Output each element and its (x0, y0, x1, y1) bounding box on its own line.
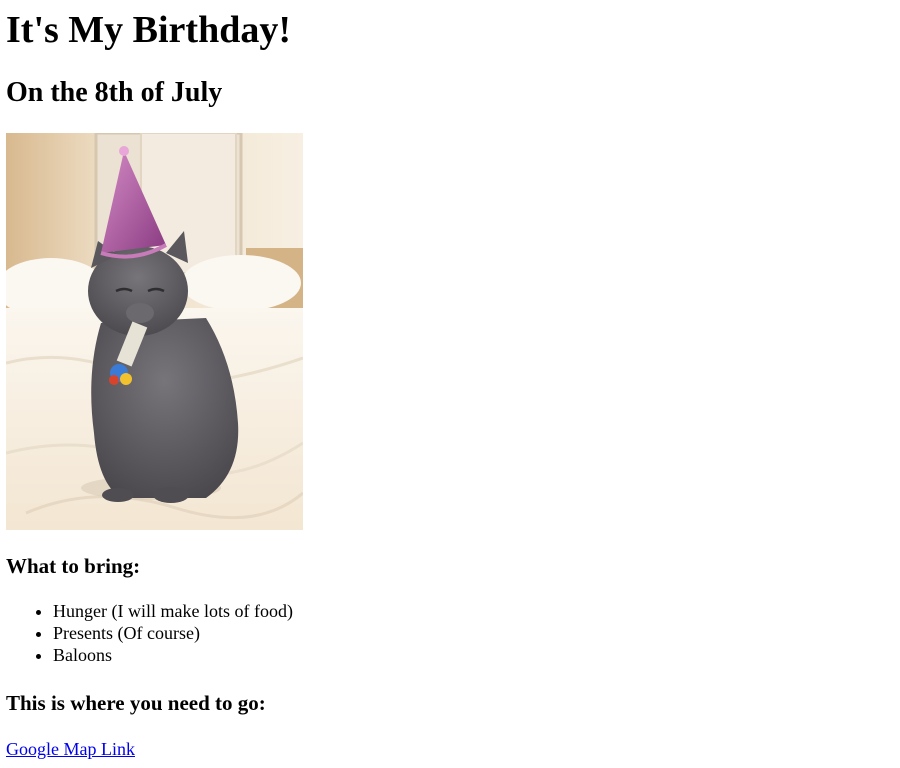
cat-party-hat-icon (6, 133, 303, 530)
page-subtitle: On the 8th of July (6, 77, 223, 108)
list-item: Hunger (I will make lots of food) (53, 600, 293, 622)
what-to-bring-heading: What to bring: (6, 554, 141, 578)
bring-list: Hunger (I will make lots of food) Presen… (6, 600, 293, 666)
list-item: Presents (Of course) (53, 622, 293, 644)
birthday-cat-image (6, 133, 303, 530)
list-item: Baloons (53, 644, 293, 666)
page-title: It's My Birthday! (6, 9, 291, 51)
google-map-link[interactable]: Google Map Link (6, 738, 135, 760)
directions-heading: This is where you need to go: (6, 691, 266, 715)
